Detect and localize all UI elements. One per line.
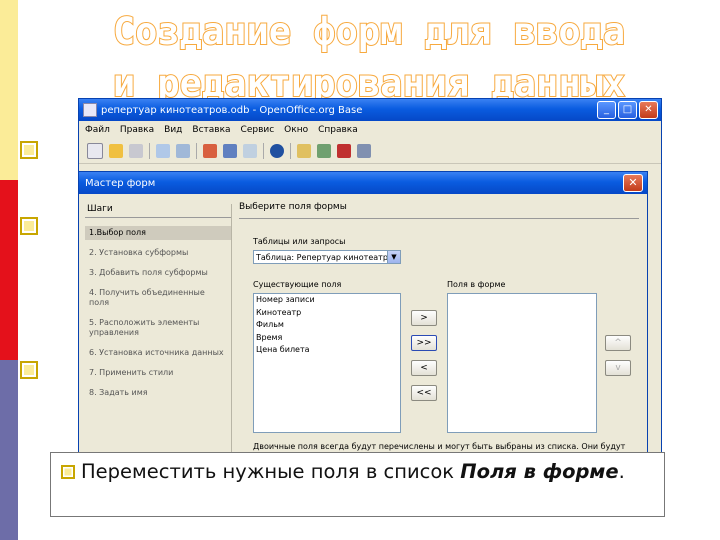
pane-separator bbox=[239, 218, 639, 219]
app-titlebar[interactable]: репертуар кинотеатров.odb - OpenOffice.o… bbox=[79, 99, 661, 121]
table-select[interactable]: Таблица: Репертуар кинотеатр ▼ bbox=[253, 250, 401, 264]
menu-insert[interactable]: Вставка bbox=[192, 125, 230, 135]
list-item[interactable]: Фильм bbox=[254, 319, 400, 332]
existing-fields-list[interactable]: Номер записи Кинотеатр Фильм Время Цена … bbox=[253, 293, 401, 433]
save-icon[interactable] bbox=[129, 144, 143, 158]
wizard-step-7[interactable]: 7. Применить стили bbox=[85, 366, 231, 380]
wizard-step-4[interactable]: 4. Получить объединенные поля bbox=[85, 286, 231, 310]
menu-bar: Файл Правка Вид Вставка Сервис Окно Спра… bbox=[79, 121, 661, 139]
menu-tools[interactable]: Сервис bbox=[241, 125, 275, 135]
panel-divider bbox=[231, 204, 232, 454]
delete-icon[interactable] bbox=[337, 144, 351, 158]
new-document-icon[interactable] bbox=[87, 143, 103, 159]
help-icon[interactable] bbox=[270, 144, 284, 158]
menu-view[interactable]: Вид bbox=[164, 125, 182, 135]
app-icon bbox=[83, 103, 97, 117]
remove-one-button[interactable]: < bbox=[411, 360, 437, 376]
add-all-button[interactable]: >> bbox=[411, 335, 437, 351]
menu-window[interactable]: Окно bbox=[284, 125, 308, 135]
maximize-icon[interactable]: □ bbox=[618, 101, 637, 119]
steps-header: Шаги bbox=[85, 202, 231, 218]
square-bullet-icon bbox=[20, 141, 40, 161]
wizard-step-2[interactable]: 2. Установка субформы bbox=[85, 246, 231, 260]
accent-stripe-yellow bbox=[0, 0, 18, 180]
wizard-step-3[interactable]: 3. Добавить поля субформы bbox=[85, 266, 231, 280]
toolbar-separator bbox=[263, 143, 264, 159]
square-bullet-icon bbox=[20, 361, 40, 381]
paste-icon[interactable] bbox=[176, 144, 190, 158]
caption-end: . bbox=[618, 460, 625, 483]
rename-icon[interactable] bbox=[357, 144, 371, 158]
pane-title: Выберите поля формы bbox=[239, 202, 347, 212]
copy-icon[interactable] bbox=[156, 144, 170, 158]
accent-stripe-purple bbox=[0, 360, 18, 540]
list-item[interactable]: Время bbox=[254, 332, 400, 345]
toolbar-separator bbox=[290, 143, 291, 159]
list-item[interactable]: Цена билета bbox=[254, 344, 400, 357]
add-one-button[interactable]: > bbox=[411, 310, 437, 326]
toolbar-separator bbox=[149, 143, 150, 159]
form-fields-list[interactable] bbox=[447, 293, 597, 433]
dialog-title: Мастер форм bbox=[85, 177, 156, 189]
chevron-down-icon[interactable]: ▼ bbox=[387, 251, 400, 263]
caption-emphasis: Поля в форме bbox=[460, 460, 619, 483]
menu-file[interactable]: Файл bbox=[85, 125, 110, 135]
wizard-step-8[interactable]: 8. Задать имя bbox=[85, 386, 231, 400]
square-bullet-icon bbox=[20, 217, 40, 237]
standard-toolbar bbox=[79, 139, 661, 164]
slide-title-line-1: Создание форм для ввода bbox=[112, 9, 626, 54]
tables-label: Таблицы или запросы bbox=[253, 237, 346, 246]
form-icon[interactable] bbox=[243, 144, 257, 158]
list-item[interactable]: Номер записи bbox=[254, 294, 400, 307]
wizard-steps-panel: Шаги 1.Выбор поля 2. Установка субформы … bbox=[85, 202, 231, 454]
app-title: репертуар кинотеатров.odb - OpenOffice.o… bbox=[101, 104, 363, 116]
existing-fields-label: Существующие поля bbox=[253, 280, 342, 289]
dialog-titlebar[interactable]: Мастер форм ✕ bbox=[79, 172, 647, 194]
remove-all-button[interactable]: << bbox=[411, 385, 437, 401]
close-icon[interactable]: ✕ bbox=[639, 101, 658, 119]
wizard-step-6[interactable]: 6. Установка источника данных bbox=[85, 346, 231, 360]
select-fields-pane: Выберите поля формы Таблицы или запросы … bbox=[239, 202, 639, 461]
caption-text: Переместить нужные поля в список bbox=[81, 460, 461, 483]
wizard-step-5[interactable]: 5. Расположить элементы управления bbox=[85, 316, 231, 340]
list-item[interactable]: Кинотеатр bbox=[254, 307, 400, 320]
menu-edit[interactable]: Правка bbox=[120, 125, 154, 135]
edit-icon[interactable] bbox=[317, 144, 331, 158]
menu-help[interactable]: Справка bbox=[318, 125, 358, 135]
sort-desc-icon[interactable] bbox=[223, 144, 237, 158]
form-fields-label: Поля в форме bbox=[447, 280, 506, 289]
form-wizard-dialog: Мастер форм ✕ Шаги 1.Выбор поля 2. Устан… bbox=[78, 171, 648, 461]
open-folder-icon[interactable] bbox=[109, 144, 123, 158]
square-bullet-icon bbox=[61, 457, 75, 479]
wizard-step-1[interactable]: 1.Выбор поля bbox=[85, 226, 231, 240]
move-up-button[interactable]: ^ bbox=[605, 335, 631, 351]
minimize-icon[interactable]: _ bbox=[597, 101, 616, 119]
table-icon[interactable] bbox=[297, 144, 311, 158]
caption-box: Переместить нужные поля в список Поля в … bbox=[50, 452, 665, 517]
accent-stripe-red bbox=[0, 180, 18, 360]
close-icon[interactable]: ✕ bbox=[623, 174, 643, 192]
toolbar-separator bbox=[196, 143, 197, 159]
sort-icon[interactable] bbox=[203, 144, 217, 158]
move-down-button[interactable]: v bbox=[605, 360, 631, 376]
table-select-value: Таблица: Репертуар кинотеатр bbox=[256, 253, 388, 262]
